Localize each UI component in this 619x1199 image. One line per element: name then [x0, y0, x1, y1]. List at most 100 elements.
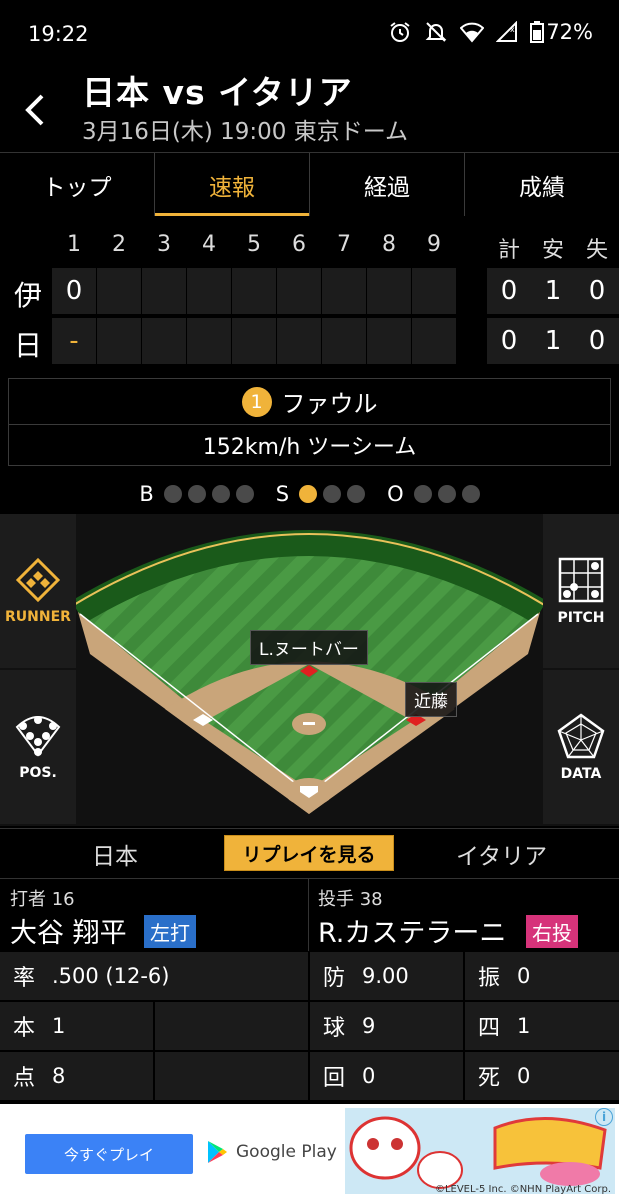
ad-play-button[interactable]: 今すぐプレイ	[25, 1134, 193, 1174]
stat-empty-cell	[155, 1052, 308, 1100]
stat-key: 四	[477, 1016, 500, 1041]
strike-dot	[347, 485, 366, 503]
inning-score-cell	[367, 268, 411, 314]
batter-hand-badge: 左打	[144, 915, 196, 948]
inning-score-cell: 0	[52, 268, 96, 314]
runner-second-label: L.ヌートバー	[250, 630, 368, 665]
inning-score-cell: -	[52, 318, 96, 364]
stat-key: 回	[322, 1066, 345, 1091]
stat-key: 率	[12, 966, 35, 991]
ad-copyright: ©LEVEL-5 Inc. ©NHN PlayArt Corp.	[434, 1184, 611, 1195]
total-cell: 0	[575, 268, 619, 314]
pitch-chart-button[interactable]: PITCH	[543, 514, 619, 668]
ball-dot	[187, 485, 206, 503]
out-dot	[461, 485, 480, 503]
stat-key: 本	[12, 1016, 35, 1041]
inning-score-cell	[142, 268, 186, 314]
field-view: RUNNER POS. PITCH DATA L.ヌートバー 近藤	[0, 514, 619, 826]
inning-score-cell	[97, 318, 141, 364]
inning-score-cell	[142, 318, 186, 364]
home-team-name: 日本	[92, 843, 138, 870]
runner-button[interactable]: RUNNER	[0, 514, 76, 668]
data-button[interactable]: DATA	[543, 670, 619, 824]
ad-game-art	[345, 1108, 615, 1194]
batter-card[interactable]: 打者 16 大谷 翔平 左打	[0, 879, 309, 951]
inning-score-cell	[412, 268, 456, 314]
pitcher-card[interactable]: 投手 38 R.カステラーニ 右投	[310, 879, 619, 951]
replay-button[interactable]: リプレイを見る	[224, 835, 394, 871]
players: 打者 16 大谷 翔平 左打 投手 38 R.カステラーニ 右投	[0, 878, 619, 951]
ball-dot	[163, 485, 182, 503]
stat-key: 振	[477, 966, 500, 991]
inning-header: 6	[292, 232, 306, 257]
batter-stat-hr: 本 1	[0, 1002, 153, 1050]
batter-name: 大谷 翔平	[10, 918, 127, 949]
tab-top[interactable]: トップ	[0, 153, 155, 216]
positions-icon	[15, 716, 61, 757]
ad-info-icon[interactable]: i	[595, 1108, 613, 1126]
stat-value: 9.00	[362, 964, 409, 988]
stat-value: .500 (12-6)	[52, 964, 170, 988]
tab-progress[interactable]: 経過	[310, 153, 465, 216]
google-play-badge[interactable]: Google Play	[206, 1140, 337, 1164]
stat-value: 0	[517, 1064, 531, 1088]
inning-score-cell	[187, 318, 231, 364]
pitcher-name: R.カステラーニ	[318, 918, 507, 949]
total-cell: 0	[487, 318, 531, 364]
runner-first-label: 近藤	[405, 682, 457, 717]
out-dot	[413, 485, 432, 503]
stat-value: 0	[517, 964, 531, 988]
stat-value: 8	[52, 1064, 66, 1088]
battery-indicator: 72%	[530, 20, 593, 44]
pitcher-stat-hbp: 死 0	[465, 1052, 619, 1100]
google-play-label: Google Play	[236, 1142, 337, 1162]
battery-icon	[530, 21, 545, 43]
data-label: DATA	[560, 766, 602, 782]
tab-live[interactable]: 速報	[155, 153, 310, 216]
tab-bar: トップ 速報 経過 成績	[0, 152, 619, 216]
ad-banner[interactable]: 今すぐプレイ Google Play i ©LEVEL-5 Inc. ©NHN …	[0, 1104, 619, 1199]
ball-count: B S O	[0, 478, 619, 510]
inning-header: 1	[67, 232, 81, 257]
pitch-result: ファウル	[281, 390, 378, 418]
stat-key: 点	[12, 1066, 35, 1091]
chevron-left-icon	[25, 94, 44, 126]
pitcher-stat-bb: 四 1	[465, 1002, 619, 1050]
inning-score-cell	[322, 318, 366, 364]
back-button[interactable]	[20, 90, 54, 130]
stat-value: 1	[517, 1014, 531, 1038]
replay-row: 日本 リプレイを見る イタリア	[0, 828, 619, 878]
radar-chart-icon	[557, 713, 605, 759]
total-cell: 0	[487, 268, 531, 314]
inning-score-cell	[97, 268, 141, 314]
pitcher-stat-ip: 回 0	[310, 1052, 463, 1100]
tab-stats[interactable]: 成績	[465, 153, 619, 216]
team-label: 日	[14, 329, 43, 362]
batter-stat-rbi: 点 8	[0, 1052, 153, 1100]
positions-button[interactable]: POS.	[0, 670, 76, 824]
strike-zone-icon	[558, 557, 604, 603]
player-stats: 率 .500 (12-6) 本 1 点 8 防 9.00 振 0 球 9 四 1…	[0, 952, 619, 1102]
pitcher-stat-so: 振 0	[465, 952, 619, 1000]
inning-header: 5	[247, 232, 261, 257]
inning-header: 4	[202, 232, 216, 257]
stat-value: 1	[52, 1014, 66, 1038]
totals-header: 安	[541, 238, 564, 263]
inning-score-cell	[187, 268, 231, 314]
inning-score-cell	[412, 318, 456, 364]
stat-value: 9	[362, 1014, 376, 1038]
positions-label: POS.	[19, 765, 57, 781]
baseball-field	[71, 530, 547, 814]
pitcher-role: 投手 38	[318, 889, 383, 910]
alarm-icon	[388, 20, 412, 44]
scoreboard: 123456789計安失伊0010日-010	[0, 222, 619, 372]
total-cell: 0	[575, 318, 619, 364]
inning-header: 7	[337, 232, 351, 257]
google-play-icon	[208, 1141, 227, 1163]
diamond-icon	[15, 557, 61, 603]
pitcher-hand-badge: 右投	[526, 915, 578, 948]
inning-score-cell	[232, 318, 276, 364]
pitch-number-badge: 1	[241, 386, 272, 417]
strikes-label: S	[275, 482, 290, 506]
out-dot	[437, 485, 456, 503]
